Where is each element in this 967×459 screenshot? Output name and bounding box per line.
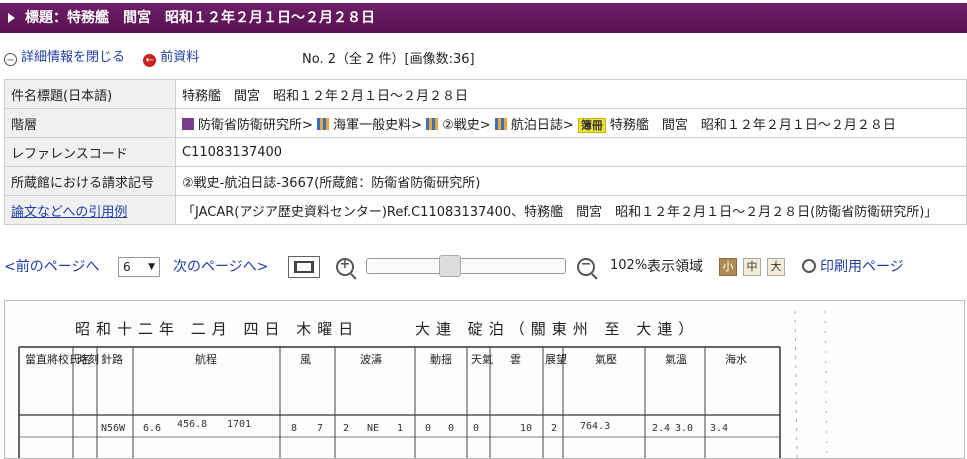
zoom-level: 102% xyxy=(610,258,648,273)
reference-code-value: C11083137400 xyxy=(175,137,967,167)
breadcrumb-item[interactable]: 防衛省防衛研究所 xyxy=(198,118,302,133)
action-bar: − 詳細情報を閉じる ← 前資料 xyxy=(4,46,200,67)
table-cell: 6.6 xyxy=(143,423,161,434)
table-cell: 2 xyxy=(343,423,349,434)
page-select-value: 6 xyxy=(123,260,131,274)
table-cell: N56W xyxy=(101,423,126,434)
hierarchy-breadcrumb: 防衛省防衛研究所> 海軍一般史料> ②戦史> 航泊日誌> 簿冊 特務艦 間宮 昭和… xyxy=(175,108,967,138)
breadcrumb-separator: > xyxy=(479,117,491,133)
logbook-scan: 昭和十二年 二月 四日 木曜日 大連 碇泊（關東州 至 大連） 當直將校氏名 時… xyxy=(5,301,964,458)
column-header: 波濤 xyxy=(360,352,382,366)
folder-icon xyxy=(494,117,507,130)
column-header: 海水 xyxy=(725,352,747,366)
fit-screen-icon xyxy=(294,261,314,273)
column-header: 氣溫 xyxy=(665,352,687,366)
zoom-out-icon[interactable]: − xyxy=(577,257,598,280)
column-header: 動揺 xyxy=(430,352,452,366)
zoom-slider-handle[interactable] xyxy=(439,255,461,277)
row-label: 論文などへの引用例 xyxy=(4,195,176,225)
citation-help-link[interactable]: 論文などへの引用例 xyxy=(11,205,127,220)
logbook-location: 大連 碇泊（關東州 至 大連） xyxy=(415,320,699,338)
logbook-heading: 昭和十二年 二月 四日 木曜日 xyxy=(75,320,359,338)
print-page-link[interactable]: 印刷用ページ xyxy=(820,256,904,276)
breadcrumb-separator: > xyxy=(562,117,574,133)
table-row: レファレンスコード C11083137400 xyxy=(4,137,967,167)
column-header: 天氣 xyxy=(471,352,493,366)
table-cell: 2 xyxy=(551,423,557,434)
column-header: 針路 xyxy=(101,352,123,366)
breadcrumb-separator: > xyxy=(411,117,422,133)
size-small-button[interactable]: 小 xyxy=(719,258,737,276)
display-area-label: 表示領域 xyxy=(647,259,703,275)
citation-value: 「JACAR(アジア歴史資料センター)Ref.C11083137400、特務艦 … xyxy=(175,195,967,225)
prev-item-label: 前資料 xyxy=(160,50,200,65)
column-header: 航程 xyxy=(195,352,217,366)
table-row: 論文などへの引用例 「JACAR(アジア歴史資料センター)Ref.C110831… xyxy=(4,195,967,225)
arrow-left-icon: ← xyxy=(143,54,157,67)
table-row: 階層 防衛省防衛研究所> 海軍一般史料> ②戦史> 航泊日誌> 簿冊 特務艦 間宮… xyxy=(4,108,967,138)
title-bar: 標題：特務艦 間宮 昭和１２年２月１日～２月２８日 xyxy=(0,3,967,33)
page-title: 標題：特務艦 間宮 昭和１２年２月１日～２月２８日 xyxy=(25,10,375,26)
zoom-in-icon[interactable]: + xyxy=(336,257,357,280)
table-cell: 3.0 xyxy=(675,423,693,434)
chevron-down-icon: ▼ xyxy=(148,262,155,272)
viewer-toolbar: <前のページへ 6 ▼ 次のページへ> + − 102% 表示領域 小 中 大 印… xyxy=(0,255,967,280)
print-icon xyxy=(802,259,816,273)
table-cell: 764.3 xyxy=(580,421,610,432)
zoom-slider[interactable] xyxy=(366,255,566,277)
table-cell: 10 xyxy=(520,423,532,434)
column-header: 風 xyxy=(300,353,311,366)
breadcrumb-item[interactable]: ②戦史 xyxy=(442,118,480,133)
prev-page-link[interactable]: <前のページへ xyxy=(4,256,99,276)
table-cell: 7 xyxy=(317,423,323,434)
table-cell: 456.8 xyxy=(177,419,207,430)
table-cell: 1 xyxy=(397,423,403,434)
next-page-link[interactable]: 次のページへ> xyxy=(173,256,268,276)
document-image: 昭和十二年 二月 四日 木曜日 大連 碇泊（關東州 至 大連） 當直將校氏名 時… xyxy=(4,300,965,459)
table-cell: 3.4 xyxy=(710,423,728,434)
breadcrumb-item[interactable]: 海軍一般史料 xyxy=(333,118,411,133)
title-value: 特務艦 間宮 昭和１２年２月１日～２月２８日 xyxy=(175,79,967,109)
column-header: 展望 xyxy=(545,353,567,366)
column-header: 雲 xyxy=(510,353,521,366)
table-cell: NE xyxy=(367,423,379,434)
close-details-icon: − xyxy=(4,53,17,66)
table-cell: 2.4 xyxy=(652,423,670,434)
row-label: レファレンスコード xyxy=(4,137,176,167)
breadcrumb-item[interactable]: 航泊日誌 xyxy=(511,118,563,133)
row-label: 件名標題(日本語) xyxy=(4,79,176,109)
size-medium-button[interactable]: 中 xyxy=(743,258,761,276)
details-table: 件名標題(日本語) 特務艦 間宮 昭和１２年２月１日～２月２８日 階層 防衛省防… xyxy=(4,79,967,225)
table-row: 件名標題(日本語) 特務艦 間宮 昭和１２年２月１日～２月２８日 xyxy=(4,79,967,109)
column-header: 氣壓 xyxy=(595,352,617,366)
row-label: 所蔵館における請求記号 xyxy=(4,166,176,196)
folder-icon xyxy=(426,117,439,130)
book-tag-badge: 簿冊 xyxy=(577,117,606,133)
prev-item-link[interactable]: ← 前資料 xyxy=(143,50,200,67)
call-number-value: ②戦史-航泊日誌-3667(所蔵館：防衛省防衛研究所) xyxy=(175,166,967,196)
fit-to-window-button[interactable] xyxy=(288,256,320,278)
table-cell: 0 xyxy=(473,423,479,434)
breadcrumb-current: 特務艦 間宮 昭和１２年２月１日～２月２８日 xyxy=(609,117,896,133)
page-select[interactable]: 6 ▼ xyxy=(118,257,160,277)
table-cell: 0 xyxy=(448,423,454,434)
item-count: No. 2（全 2 件）[画像数:36] xyxy=(302,52,475,67)
table-cell: 0 xyxy=(425,423,431,434)
table-row: 所蔵館における請求記号 ②戦史-航泊日誌-3667(所蔵館：防衛省防衛研究所) xyxy=(4,166,967,196)
close-details-label: 詳細情報を閉じる xyxy=(21,50,126,65)
row-label: 階層 xyxy=(4,108,176,138)
table-cell: 8 xyxy=(291,423,297,434)
folder-icon xyxy=(317,117,330,130)
triangle-icon xyxy=(8,13,15,23)
breadcrumb-separator: > xyxy=(302,117,313,133)
archive-icon xyxy=(182,117,194,130)
column-header: 時刻 xyxy=(77,352,99,366)
table-cell: 1701 xyxy=(227,419,251,430)
size-large-button[interactable]: 大 xyxy=(767,258,785,276)
close-details-link[interactable]: − 詳細情報を閉じる xyxy=(4,50,126,66)
